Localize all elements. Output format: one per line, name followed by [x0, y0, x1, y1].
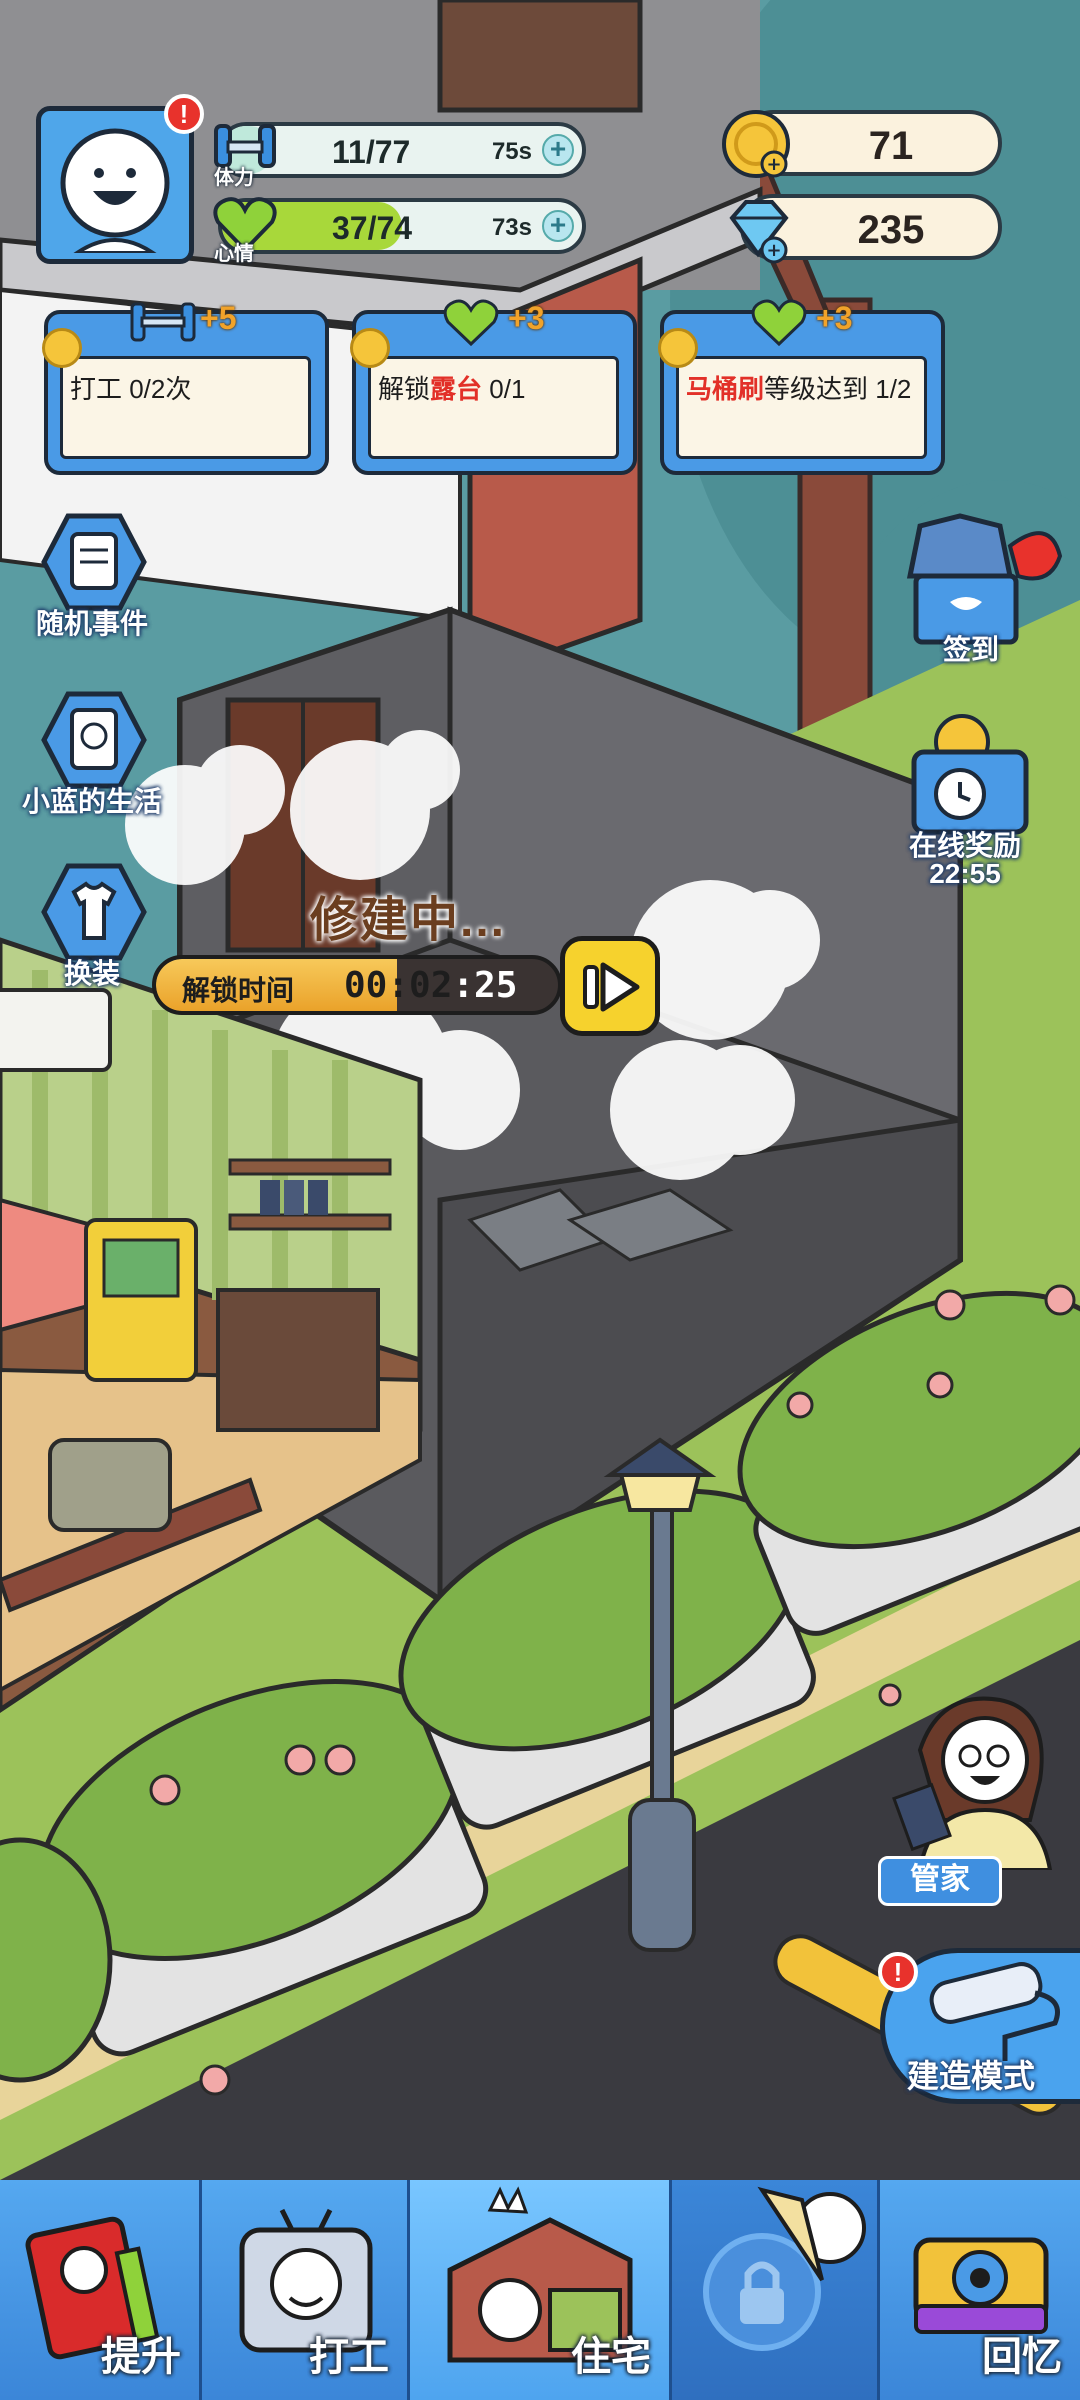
mood-value: 37/74 — [332, 210, 413, 246]
mood-label: 心情 — [214, 243, 254, 265]
sign-in-label: 签到 — [942, 634, 999, 665]
bottom-navigation: 提升 打工 住宅 回忆 — [0, 2180, 1080, 2400]
task-card-toilet-brush[interactable]: +3 马桶刷等级达到 1/2 — [658, 299, 945, 475]
profile-alert-badge: ! — [164, 94, 204, 134]
task-card-work[interactable]: +5 打工 0/2次 — [42, 300, 329, 475]
task-text: 解锁露台 0/1 — [378, 374, 526, 404]
dumbbell-icon — [130, 302, 196, 342]
online-reward-button[interactable]: 在线奖励 22:55 — [900, 712, 1040, 892]
coin-counter[interactable]: 71 + — [722, 110, 1002, 178]
shirt-icon — [41, 863, 147, 961]
unlock-timer-bar: 解锁时间 00:02:25 — [152, 955, 562, 1015]
coin-icon: + — [722, 110, 790, 178]
coin-icon — [42, 328, 82, 368]
mood-add-button[interactable]: + — [542, 210, 574, 242]
dumbbell-icon: 体力 — [208, 112, 282, 189]
task-reward: +3 — [508, 300, 545, 336]
fast-forward-icon — [583, 962, 640, 1012]
build-mode-alert-badge: ! — [878, 1952, 918, 1992]
lock-icon — [703, 2186, 866, 2351]
task-text: 打工 0/2次 — [70, 374, 192, 404]
avatar-face-icon — [60, 128, 170, 253]
nav-tab-work[interactable]: 打工 — [202, 2180, 410, 2400]
stamina-add-button[interactable]: + — [542, 134, 574, 166]
task-card-unlock-terrace[interactable]: +3 解锁露台 0/1 — [350, 299, 637, 475]
online-reward-timer: 22:55 — [929, 858, 1001, 889]
stamina-label: 体力 — [214, 167, 254, 189]
unlock-time-label: 解锁时间 — [182, 975, 295, 1006]
profile-avatar-button[interactable] — [36, 106, 194, 264]
task-reward: +3 — [816, 300, 853, 336]
heart-icon — [443, 299, 499, 347]
speed-up-button[interactable] — [560, 936, 660, 1036]
random-event-button[interactable]: 随机事件 — [24, 512, 160, 642]
build-mode-label: 建造模式 — [906, 2058, 1035, 2094]
construction-status: 修建中... — [310, 894, 507, 947]
nav-label: 打工 — [309, 2335, 389, 2379]
xiaolan-life-label: 小蓝的生活 — [21, 786, 162, 817]
xiaolan-life-button[interactable]: 小蓝的生活 — [22, 690, 162, 820]
random-event-label: 随机事件 — [35, 608, 148, 639]
nav-label: 提升 — [101, 2335, 181, 2379]
nav-tab-home[interactable]: 住宅 — [410, 2180, 672, 2400]
gem-counter[interactable]: 235 + — [729, 194, 1002, 264]
butler-label: 管家 — [878, 1856, 1002, 1906]
stamina-value: 11/77 — [332, 134, 411, 170]
wallet-clock-icon — [911, 714, 1029, 835]
unlock-countdown: 00:02:25 — [344, 965, 518, 1006]
coin-icon — [658, 328, 698, 368]
coin-icon — [350, 328, 390, 368]
dress-up-button[interactable]: 换装 — [24, 862, 160, 992]
butler-character-icon — [892, 1696, 1053, 1872]
svg-text:+: + — [766, 154, 781, 175]
nav-label: 回忆 — [982, 2335, 1062, 2379]
nav-tab-locked[interactable] — [672, 2180, 880, 2400]
svg-text:+: + — [766, 240, 781, 261]
heart-icon — [751, 299, 807, 347]
heart-icon: 心情 — [208, 188, 282, 265]
task-text: 马桶刷等级达到 1/2 — [686, 374, 912, 404]
nav-tab-memories[interactable]: 回忆 — [880, 2180, 1080, 2400]
notepad-icon — [41, 513, 147, 611]
diary-icon — [41, 691, 147, 789]
task-reward: +5 — [200, 300, 237, 336]
nav-label: 住宅 — [571, 2335, 651, 2379]
sign-in-button[interactable]: 签到 — [900, 506, 1070, 676]
nav-tab-upgrade[interactable]: 提升 — [0, 2180, 202, 2400]
mood-timer: 73s — [491, 214, 532, 241]
stamina-timer: 75s — [491, 138, 532, 165]
diamond-icon: + — [729, 200, 789, 264]
